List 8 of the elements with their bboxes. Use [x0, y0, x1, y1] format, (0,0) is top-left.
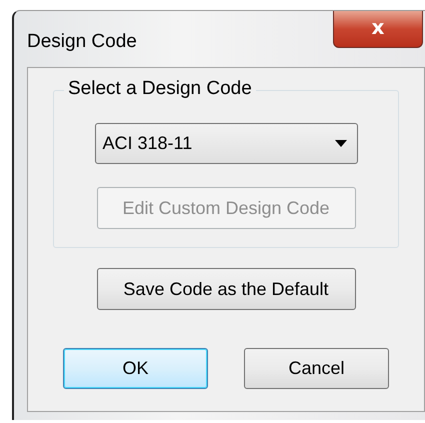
ok-button[interactable]: OK — [63, 348, 208, 389]
cancel-button[interactable]: Cancel — [244, 348, 389, 389]
design-code-dropdown[interactable]: ACI 318-11 — [94, 123, 358, 164]
caret-icon — [334, 140, 346, 147]
save-default-button[interactable]: Save Code as the Default — [96, 268, 356, 310]
group-label: Select a Design Code — [64, 78, 256, 100]
window-title: Design Code — [27, 31, 137, 53]
close-button[interactable]: x — [333, 11, 423, 48]
